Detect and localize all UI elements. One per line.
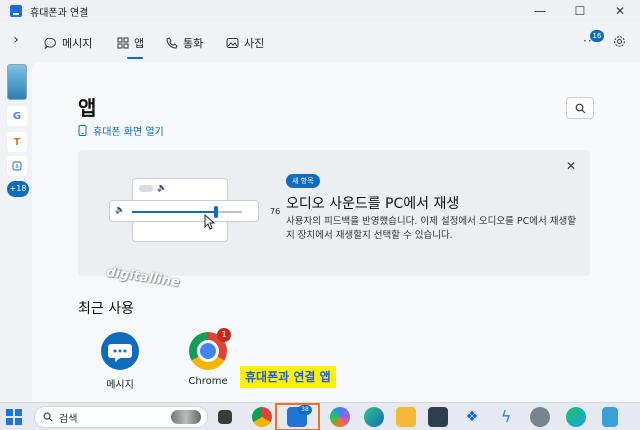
search-button[interactable] (566, 97, 594, 119)
dropbox-icon[interactable]: ❖ (462, 407, 482, 427)
messages-app-icon (101, 332, 139, 370)
chrome-icon: 1 (189, 328, 231, 370)
recent-app-messages-label: 메시지 (106, 380, 134, 391)
taskbar: 검색 38 ❖ ϟ (0, 402, 640, 430)
open-phone-screen-link[interactable]: 휴대폰 화면 열기 (78, 123, 164, 138)
search-icon (43, 412, 53, 422)
notepad-icon[interactable] (602, 407, 618, 427)
volume-value: 76 (270, 207, 281, 216)
illustration-toggle (139, 185, 153, 192)
rail-app-t[interactable]: T (7, 132, 27, 152)
volume-fill (132, 211, 216, 213)
chrome-notification-badge: 1 (217, 328, 231, 342)
search-highlight-image (171, 410, 201, 424)
page-title: 앱 (78, 96, 97, 120)
taskbar-chrome-icon[interactable] (252, 407, 272, 427)
top-navigation: › 메시지 앱 통화 사진 ··· 16 (0, 24, 640, 60)
message-icon (44, 37, 56, 49)
card-description: 사용자의 피드백을 반영했습니다. 이제 설정에서 오디오를 PC에서 재생할지… (286, 216, 576, 241)
tab-apps-label: 앱 (134, 37, 145, 50)
volume-speaker-icon: 🔈 (115, 205, 125, 214)
title-bar: 휴대폰과 연결 — ☐ ✕ (0, 0, 640, 22)
task-view-icon[interactable] (218, 410, 232, 424)
recent-section-title: 최근 사용 (78, 301, 134, 317)
notification-badge: 16 (590, 30, 604, 42)
volume-slider-illustration: 🔈 76 (109, 200, 280, 222)
bell-icon (12, 161, 22, 171)
recent-app-messages[interactable]: 메시지 (90, 332, 150, 391)
taskbar-search-placeholder: 검색 (59, 413, 78, 425)
main-panel: 앱 휴대폰 화면 열기 ✕ 🔈 🔈 76 새 항목 오디오 사운드를 PC에서 … (32, 62, 640, 402)
phone-thumbnail[interactable] (7, 64, 27, 100)
phone-link-icon (10, 5, 22, 17)
phone-link-highlight-box (275, 403, 320, 430)
card-title: 오디오 사운드를 PC에서 재생 (286, 196, 460, 212)
speaker-icon: 🔈 (157, 183, 167, 192)
rail-app-google-label: G (12, 110, 22, 122)
left-rail: G T +18 (4, 62, 30, 402)
start-button[interactable] (6, 409, 22, 425)
close-button[interactable]: ✕ (600, 0, 640, 22)
tab-calls-label: 통화 (183, 37, 204, 50)
annotation-callout: 휴대폰과 연결 앱 (240, 366, 336, 388)
volume-track (132, 206, 242, 218)
tab-calls[interactable]: 통화 (166, 31, 203, 55)
phone-screen-icon (78, 125, 87, 136)
close-card-icon[interactable]: ✕ (566, 159, 576, 173)
rail-app-google[interactable]: G (7, 106, 27, 126)
phone-icon (166, 37, 178, 49)
gear-icon[interactable] (613, 35, 626, 48)
tab-messages-label: 메시지 (62, 37, 93, 50)
search-icon (575, 103, 585, 113)
open-phone-screen-label: 휴대폰 화면 열기 (93, 127, 164, 138)
recent-app-chrome[interactable]: 1 Chrome (178, 328, 238, 387)
file-explorer-icon[interactable] (396, 407, 416, 427)
copilot-icon[interactable] (330, 407, 350, 427)
tab-messages[interactable]: 메시지 (44, 31, 92, 55)
rail-app-t-label: T (13, 136, 21, 148)
window-title: 휴대폰과 연결 (30, 7, 89, 19)
recent-app-chrome-label: Chrome (188, 376, 228, 387)
browser-globe-icon[interactable] (566, 407, 586, 427)
photo-icon (226, 38, 239, 48)
edge-icon[interactable] (364, 407, 384, 427)
feature-card: ✕ 🔈 🔈 76 새 항목 오디오 사운드를 PC에서 재생 사용자의 피드백을… (78, 150, 590, 276)
mouse-cursor-icon (204, 214, 216, 230)
minimize-button[interactable]: — (520, 0, 560, 22)
more-apps-count[interactable]: +18 (7, 181, 29, 197)
tab-apps[interactable]: 앱 (117, 31, 145, 59)
new-badge: 새 항목 (286, 174, 320, 188)
maximize-button[interactable]: ☐ (560, 0, 600, 22)
power-automate-icon[interactable]: ϟ (496, 407, 516, 427)
rail-app-notification[interactable] (7, 156, 27, 176)
taskbar-search[interactable]: 검색 (34, 406, 208, 428)
tab-photos-label: 사진 (244, 37, 265, 50)
expand-sidebar-chevron-icon[interactable]: › (8, 32, 24, 48)
microsoft-store-icon[interactable] (428, 407, 448, 427)
tab-photos[interactable]: 사진 (226, 31, 264, 55)
apps-icon (117, 37, 129, 49)
settings-icon[interactable] (530, 407, 550, 427)
